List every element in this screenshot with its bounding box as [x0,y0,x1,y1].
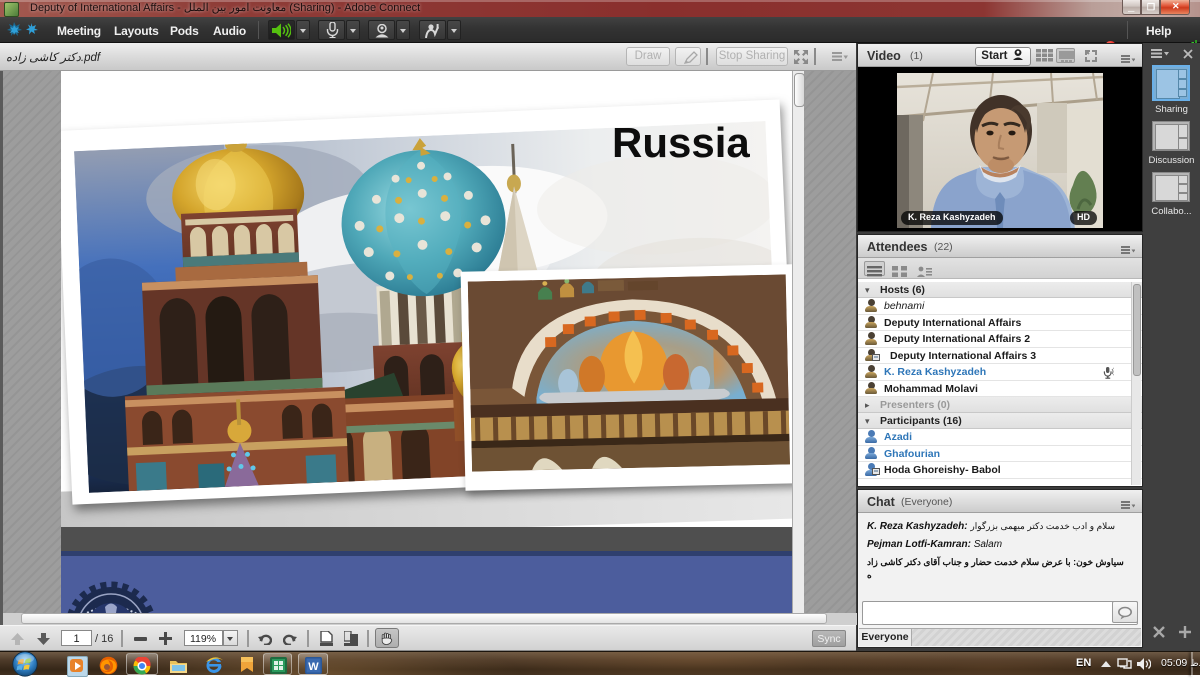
svg-text:W: W [308,661,319,673]
